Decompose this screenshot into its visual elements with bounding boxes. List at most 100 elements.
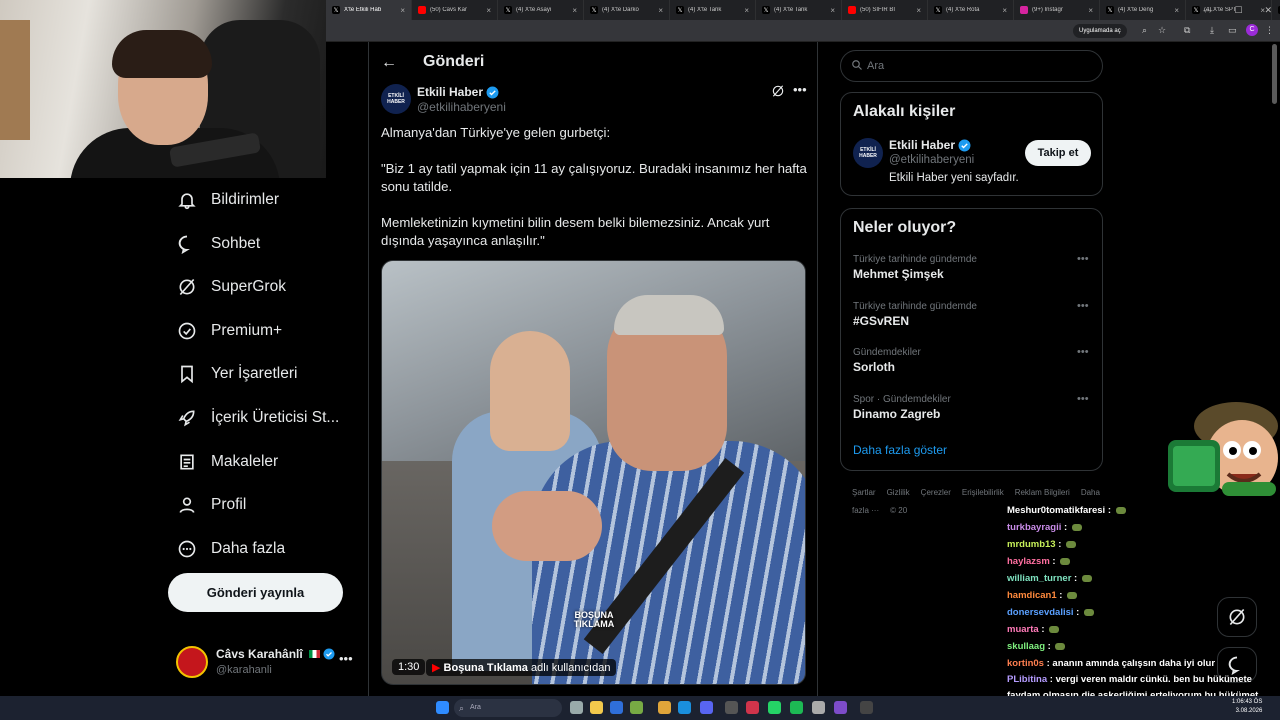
- whatsapp-icon[interactable]: [768, 701, 781, 714]
- video-source-attribution[interactable]: ▶ Boşuna Tıklama adlı kullanıcıdan: [426, 659, 617, 676]
- trend-item[interactable]: Türkiye tarihinde gündemde #GSvREN •••: [853, 300, 1093, 329]
- download-icon[interactable]: ⤓: [1210, 25, 1214, 36]
- sidebar-icon[interactable]: ▭: [1228, 25, 1237, 36]
- tab-close-icon[interactable]: ×: [400, 6, 405, 15]
- tab-close-icon[interactable]: ×: [1002, 6, 1007, 15]
- relevant-person-avatar[interactable]: ETKİLİ HABER: [853, 138, 883, 168]
- app-icon[interactable]: [570, 701, 583, 714]
- chrome-icon[interactable]: [590, 701, 603, 714]
- discord-icon[interactable]: [700, 701, 713, 714]
- taskbar-clock[interactable]: 1:06:43 ÖS 3.08.2026: [1232, 698, 1262, 716]
- nav-item-makaleler[interactable]: Makaleler: [176, 440, 278, 484]
- nav-item-bildirimler[interactable]: Bildirimler: [176, 178, 279, 222]
- extensions-icon[interactable]: ⧉: [1184, 25, 1190, 36]
- trend-context: Türkiye tarihinde gündemde: [853, 300, 977, 312]
- show-more-link[interactable]: Daha fazla göster: [853, 443, 947, 457]
- trend-item[interactable]: Türkiye tarihinde gündemde Mehmet Şimşek •…: [853, 253, 1093, 282]
- account-more-icon[interactable]: •••: [339, 651, 353, 666]
- nav-item-i-erik-reticisi-st-[interactable]: İçerik Üreticisi St...: [176, 396, 339, 440]
- account-handle: @karahanli: [216, 664, 272, 676]
- app-icon[interactable]: [746, 701, 759, 714]
- folder-icon[interactable]: [658, 701, 671, 714]
- app-icon[interactable]: [812, 701, 825, 714]
- post-video[interactable]: BOŞUNA TIKLAMA 1:30 ▶ Boşuna Tıklama adl…: [381, 260, 806, 685]
- nav-item-profil[interactable]: Profil: [176, 483, 246, 527]
- post-author-name-row[interactable]: Etkili Haber: [417, 85, 499, 99]
- minimize-icon[interactable]: —: [1203, 0, 1212, 20]
- post-author-handle[interactable]: @etkilihaberyeni: [417, 100, 506, 114]
- grok-icon[interactable]: [771, 84, 785, 98]
- page-scrollbar[interactable]: [1272, 44, 1277, 104]
- tab-close-icon[interactable]: ×: [658, 6, 663, 15]
- browser-tab[interactable]: 𝕏 (4) X'te Asayi ×: [498, 0, 584, 20]
- trend-topic: Dinamo Zagreb: [853, 406, 941, 421]
- relevant-person-name-row[interactable]: Etkili Haber: [889, 138, 971, 152]
- footer-link[interactable]: Çerezler: [921, 488, 951, 497]
- follow-button[interactable]: Takip et: [1025, 140, 1091, 166]
- tab-close-icon[interactable]: ×: [830, 6, 835, 15]
- footer-link[interactable]: Reklam Bilgileri: [1015, 488, 1070, 497]
- app-icon[interactable]: [630, 701, 643, 714]
- x-favicon-icon: 𝕏: [762, 6, 770, 14]
- browser-tab[interactable]: 𝕏 (4) X'te Tank ×: [670, 0, 756, 20]
- chat-text: ananın amında çalışsın daha iyi olur: [1052, 658, 1216, 669]
- nav-item-yer-i-aretleri[interactable]: Yer İşaretleri: [176, 352, 297, 396]
- trend-more-icon[interactable]: •••: [1077, 393, 1089, 405]
- footer-link[interactable]: Gizlilik: [887, 488, 910, 497]
- browser-tab[interactable]: 𝕏(4) X'te Mor×: [1272, 0, 1280, 20]
- bell-icon: [176, 189, 198, 211]
- browser-tab[interactable]: 𝕏 (4) X'te Deng ×: [1100, 0, 1186, 20]
- tab-close-icon[interactable]: ×: [486, 6, 491, 15]
- chat-message: mrdumb13 :: [1007, 536, 1280, 553]
- browser-tab[interactable]: 𝕏 (4) X'te Tank ×: [756, 0, 842, 20]
- back-arrow-icon[interactable]: ←: [381, 54, 397, 72]
- trend-more-icon[interactable]: •••: [1077, 346, 1089, 358]
- browser-tab[interactable]: 𝕏 X'te Etkili Hab ×: [326, 0, 412, 20]
- browser-profile-avatar[interactable]: C: [1246, 24, 1258, 36]
- edge-icon[interactable]: [678, 701, 691, 714]
- post-author-avatar[interactable]: ETKİLİ HABER: [381, 84, 411, 114]
- browser-menu-icon[interactable]: ⋮: [1265, 25, 1274, 36]
- trend-more-icon[interactable]: •••: [1077, 253, 1089, 265]
- search-box[interactable]: Ara: [840, 50, 1103, 82]
- tab-close-icon[interactable]: ×: [916, 6, 921, 15]
- nav-item-premium-[interactable]: Premium+: [176, 309, 282, 353]
- trend-more-icon[interactable]: •••: [1077, 300, 1089, 312]
- nav-item-sohbet[interactable]: Sohbet: [176, 222, 260, 266]
- bookmark-star-icon[interactable]: ☆: [1158, 25, 1166, 36]
- tab-close-icon[interactable]: ×: [1088, 6, 1093, 15]
- post-button[interactable]: Gönderi yayınla: [168, 573, 343, 612]
- app-icon[interactable]: [860, 701, 873, 714]
- tab-close-icon[interactable]: ×: [744, 6, 749, 15]
- trend-item[interactable]: Gündemdekiler Sorloth •••: [853, 346, 1093, 375]
- tab-close-icon[interactable]: ×: [572, 6, 577, 15]
- app-icon[interactable]: [725, 701, 738, 714]
- post-more-icon[interactable]: •••: [793, 82, 807, 97]
- browser-tab[interactable]: 𝕏 (4) X'te Rota ×: [928, 0, 1014, 20]
- trend-item[interactable]: Spor · Gündemdekiler Dinamo Zagreb •••: [853, 393, 1093, 422]
- footer-link[interactable]: Şartlar: [852, 488, 876, 497]
- tab-list: 𝕏 X'te Etkili Hab × (50) Cavs Kar × 𝕏 (4) X'te…: [326, 0, 1280, 20]
- chat-emote-icon: [1066, 540, 1077, 548]
- nav-item-supergrok[interactable]: SuperGrok: [176, 265, 286, 309]
- trend-context: Gündemdekiler: [853, 347, 921, 358]
- footer-link[interactable]: Erişilebilirlik: [962, 488, 1004, 497]
- flag-icon: [309, 650, 321, 658]
- open-in-app-button[interactable]: Uygulamada aç: [1073, 24, 1127, 38]
- zoom-icon[interactable]: ⌕: [1142, 25, 1147, 36]
- browser-tab[interactable]: (50) SIFIR Bİ ×: [842, 0, 928, 20]
- tab-close-icon[interactable]: ×: [1174, 6, 1179, 15]
- browser-tab[interactable]: (50) Cavs Kar ×: [412, 0, 498, 20]
- video-source-name: Boşuna Tıklama: [443, 662, 528, 674]
- start-icon[interactable]: [436, 701, 449, 714]
- app-icon[interactable]: [834, 701, 847, 714]
- spotify-icon[interactable]: [790, 701, 803, 714]
- taskbar-search[interactable]: Ara: [454, 699, 562, 717]
- browser-tab[interactable]: 𝕏 (4) X'te Darko ×: [584, 0, 670, 20]
- maximize-icon[interactable]: ☐: [1234, 0, 1242, 20]
- app-icon[interactable]: [610, 701, 623, 714]
- close-icon[interactable]: ✕: [1264, 0, 1272, 20]
- browser-tab[interactable]: (9+) Instagr ×: [1014, 0, 1100, 20]
- account-switcher[interactable]: Câvs Karahânlî @karahanli •••: [176, 645, 356, 685]
- nav-item-daha-fazla[interactable]: Daha fazla: [176, 527, 285, 571]
